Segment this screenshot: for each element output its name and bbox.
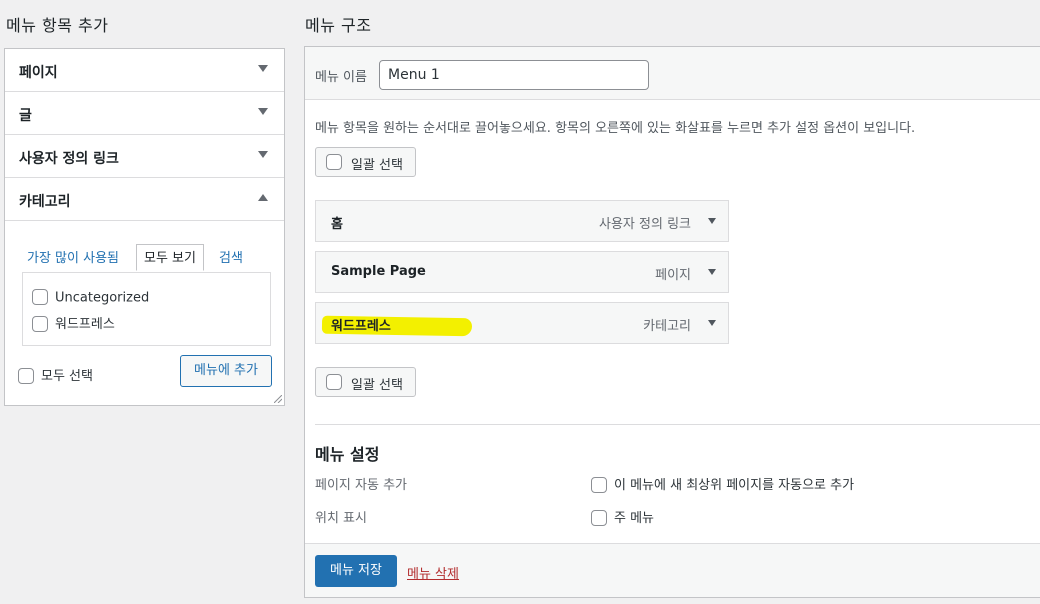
menu-name-input[interactable]: Menu 1 <box>379 60 649 90</box>
location-option-label: 주 메뉴 <box>614 511 655 526</box>
dropdown-arrow-icon[interactable] <box>708 218 716 224</box>
select-all-checkbox[interactable] <box>18 367 34 384</box>
bulk-select-checkbox[interactable] <box>326 374 342 390</box>
menu-item-title: 홈 <box>331 217 343 232</box>
category-label: 워드프레스 <box>55 317 115 332</box>
divider <box>315 424 1040 425</box>
location-label: 위치 표시 <box>315 511 367 526</box>
menu-item-type: 카테고리 <box>643 319 691 334</box>
category-item[interactable]: Uncategorized <box>32 289 150 306</box>
bulk-select-bottom[interactable]: 일괄 선택 <box>315 367 416 397</box>
resize-handle-icon[interactable] <box>274 395 282 403</box>
add-menu-items-title: 메뉴 항목 추가 <box>6 16 109 35</box>
bulk-select-label: 일괄 선택 <box>351 378 403 393</box>
select-all[interactable]: 모두 선택 <box>18 365 93 385</box>
accordion-custom-links[interactable]: 사용자 정의 링크 <box>5 135 284 178</box>
menu-item-type: 사용자 정의 링크 <box>599 217 691 232</box>
accordion-categories-label: 카테고리 <box>19 194 71 210</box>
menu-item-home[interactable]: 홈 사용자 정의 링크 <box>315 200 729 242</box>
drag-instructions: 메뉴 항목을 원하는 순서대로 끌어놓으세요. 항목의 오른쪽에 있는 화살표를… <box>315 121 916 136</box>
category-checkbox[interactable] <box>32 315 48 332</box>
accordion-pages-label: 페이지 <box>19 65 58 81</box>
category-label: Uncategorized <box>55 290 150 306</box>
accordion-posts-label: 글 <box>19 108 32 124</box>
menu-structure-title: 메뉴 구조 <box>305 16 372 35</box>
add-menu-items-panel: 페이지 글 사용자 정의 링크 카테고리 가장 많이 사용됨 모두 보기 검색 … <box>4 48 285 406</box>
select-all-label: 모두 선택 <box>41 369 93 384</box>
category-list: Uncategorized 워드프레스 <box>22 272 271 346</box>
chevron-up-icon <box>258 194 268 201</box>
accordion-categories[interactable]: 카테고리 <box>5 178 284 221</box>
auto-add-option[interactable]: 이 메뉴에 새 최상위 페이지를 자동으로 추가 <box>591 474 854 494</box>
auto-add-label: 페이지 자동 추가 <box>315 478 407 493</box>
location-option[interactable]: 주 메뉴 <box>591 507 654 527</box>
bulk-select-top[interactable]: 일괄 선택 <box>315 147 416 177</box>
tab-most-used[interactable]: 가장 많이 사용됨 <box>27 247 119 266</box>
primary-menu-checkbox[interactable] <box>591 509 607 526</box>
category-checkbox[interactable] <box>32 289 48 305</box>
accordion-custom-links-label: 사용자 정의 링크 <box>19 151 119 167</box>
menu-name-label: 메뉴 이름 <box>315 70 367 85</box>
bulk-select-checkbox[interactable] <box>326 154 342 170</box>
dropdown-arrow-icon[interactable] <box>708 269 716 275</box>
auto-add-option-label: 이 메뉴에 새 최상위 페이지를 자동으로 추가 <box>614 478 855 493</box>
auto-add-checkbox[interactable] <box>591 476 607 493</box>
menu-item-type: 페이지 <box>655 268 691 283</box>
add-to-menu-button[interactable]: 메뉴에 추가 <box>180 355 272 387</box>
chevron-down-icon <box>258 151 268 158</box>
menu-item-title: Sample Page <box>331 264 426 279</box>
tab-search[interactable]: 검색 <box>219 247 243 266</box>
category-tabs: 가장 많이 사용됨 모두 보기 검색 <box>23 244 273 271</box>
accordion-pages[interactable]: 페이지 <box>5 49 284 92</box>
menu-item-wordpress[interactable]: 워드프레스 카테고리 <box>315 302 729 344</box>
delete-menu-link[interactable]: 메뉴 삭제 <box>407 563 459 582</box>
menu-item-sample-page[interactable]: Sample Page 페이지 <box>315 251 729 293</box>
category-item[interactable]: 워드프레스 <box>32 313 115 333</box>
menu-settings-heading: 메뉴 설정 <box>315 445 380 464</box>
tab-view-all[interactable]: 모두 보기 <box>136 244 204 271</box>
save-menu-button[interactable]: 메뉴 저장 <box>315 555 397 587</box>
chevron-down-icon <box>258 108 268 115</box>
dropdown-arrow-icon[interactable] <box>708 320 716 326</box>
bulk-select-label: 일괄 선택 <box>351 158 403 173</box>
accordion-posts[interactable]: 글 <box>5 92 284 135</box>
menu-item-title: 워드프레스 <box>331 319 391 334</box>
chevron-down-icon <box>258 65 268 72</box>
